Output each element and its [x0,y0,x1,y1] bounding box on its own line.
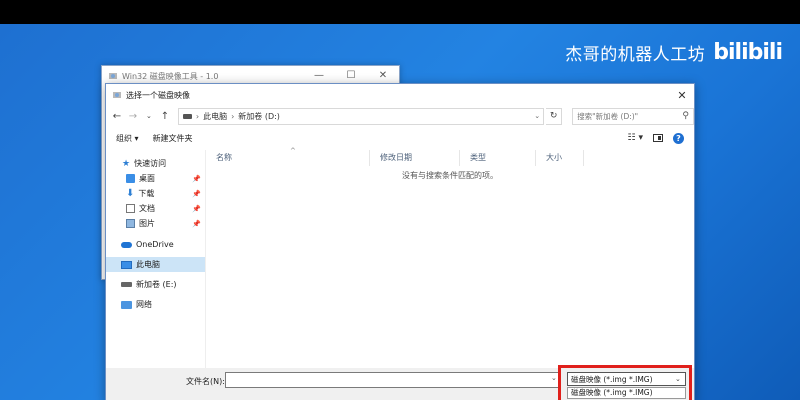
desktop-icon [126,174,135,183]
address-bar[interactable]: › 此电脑 › 新加卷 (D:) ⌄ [177,107,545,125]
sidebar-item-label: 图片 [139,219,155,228]
filename-dropdown-icon[interactable]: ⌄ [551,374,557,382]
watermark-text: 杰哥的机器人工坊 [565,45,706,65]
filename-input[interactable] [225,372,560,388]
sidebar-item-desktop[interactable]: 桌面 📌 [106,171,205,186]
computer-icon [121,260,132,269]
pictures-icon [126,219,135,228]
empty-message: 没有与搜索条件匹配的项。 [402,171,498,180]
breadcrumb-separator: › [195,111,200,121]
download-icon: ⬇ [126,188,135,199]
pin-icon: 📌 [192,219,201,228]
watermark: 杰哥的机器人工坊 bilibili [565,40,783,65]
sidebar-item-label: 快速访问 [134,159,167,168]
dialog-app-icon [113,92,121,98]
column-header-modified[interactable]: 修改日期 [370,150,460,166]
column-header-size[interactable]: 大小 [536,150,584,166]
file-list[interactable]: ^ 名称 修改日期 类型 大小 没有与搜索条件匹配的项。 [206,147,694,368]
sidebar-item-onedrive[interactable]: OneDrive [106,237,205,252]
refresh-button[interactable]: ↻ [546,107,563,125]
document-icon [126,204,135,213]
preview-pane-icon[interactable] [653,134,663,142]
sidebar-item-documents[interactable]: 文档 📌 [106,201,205,216]
view-options-icon[interactable]: ☷ ▾ [628,133,643,143]
file-open-dialog[interactable]: 选择一个磁盘映像 ✕ ← → ⌄ ↑ › 此电脑 › 新加卷 (D:) ⌄ ↻ … [105,83,695,400]
dialog-close-button[interactable]: ✕ [670,89,694,102]
sidebar-item-pictures[interactable]: 图片 📌 [106,216,205,231]
sidebar-item-label: 文档 [139,204,155,213]
dialog-title: 选择一个磁盘映像 [126,90,190,100]
drive-icon [121,282,132,287]
breadcrumb-volume-d[interactable]: 新加卷 (D:) [238,111,280,122]
pin-icon: 📌 [192,204,201,213]
dialog-body: ★ 快速访问 桌面 📌 ⬇ 下载 📌 文档 📌 图片 📌 OneDrive 此电… [106,147,694,368]
help-icon[interactable]: ? [673,132,684,144]
column-header-type[interactable]: 类型 [460,150,536,166]
sidebar-item-label: 网络 [136,300,152,309]
dialog-titlebar[interactable]: 选择一个磁盘映像 ✕ [106,84,694,106]
recent-dropdown-icon[interactable]: ⌄ [142,112,156,120]
sidebar-item-label: 桌面 [139,174,155,183]
up-arrow-icon[interactable]: ↑ [158,111,172,122]
sidebar-item-volume-e[interactable]: 新加卷 (E:) [106,277,205,292]
back-window-title: Win32 磁盘映像工具 - 1.0 [122,71,219,81]
breadcrumb-this-pc[interactable]: 此电脑 [203,111,227,122]
filename-label: 文件名(N): [186,377,225,386]
column-headers: ^ 名称 修改日期 类型 大小 [206,147,694,166]
bilibili-logo: bilibili [713,40,783,65]
forward-arrow-icon[interactable]: → [126,111,140,122]
sidebar-item-label: 下载 [138,189,155,198]
back-arrow-icon[interactable]: ← [110,111,124,122]
navigation-pane: ★ 快速访问 桌面 📌 ⬇ 下载 📌 文档 📌 图片 📌 OneDrive 此电… [106,150,206,368]
pin-icon: 📌 [192,189,201,198]
command-bar: 组织 ▾ 新建文件夹 ☷ ▾ ? [106,126,694,150]
organize-button[interactable]: 组织 ▾ [116,133,139,144]
top-black-bar [0,0,800,24]
network-icon [121,300,132,309]
breadcrumb-separator: › [231,111,235,121]
sidebar-item-label: OneDrive [136,240,174,249]
column-header-name[interactable]: 名称 [206,150,370,166]
search-placeholder: 搜索"新加卷 (D:)" [577,111,639,121]
sidebar-item-downloads[interactable]: ⬇ 下载 📌 [106,186,205,201]
address-dropdown-icon[interactable]: ⌄ [531,112,543,120]
navigation-row: ← → ⌄ ↑ › 此电脑 › 新加卷 (D:) ⌄ ↻ 搜索"新加卷 (D:)… [106,106,694,126]
sidebar-item-label: 此电脑 [136,260,160,269]
sidebar-item-this-pc[interactable]: 此电脑 [106,257,205,272]
new-folder-button[interactable]: 新建文件夹 [153,133,193,144]
search-icon: ⚲ [682,111,689,121]
sidebar-item-network[interactable]: 网络 [106,297,205,312]
app-icon [109,73,117,79]
sort-caret-icon: ^ [290,147,296,155]
cloud-icon [121,241,132,248]
star-icon: ★ [122,158,131,169]
search-input[interactable]: 搜索"新加卷 (D:)" ⚲ [572,107,694,125]
red-highlight-box [558,365,692,400]
sidebar-item-quick-access[interactable]: ★ 快速访问 [106,156,205,171]
drive-icon [182,113,192,119]
sidebar-item-label: 新加卷 (E:) [136,280,177,289]
pin-icon: 📌 [192,174,201,183]
